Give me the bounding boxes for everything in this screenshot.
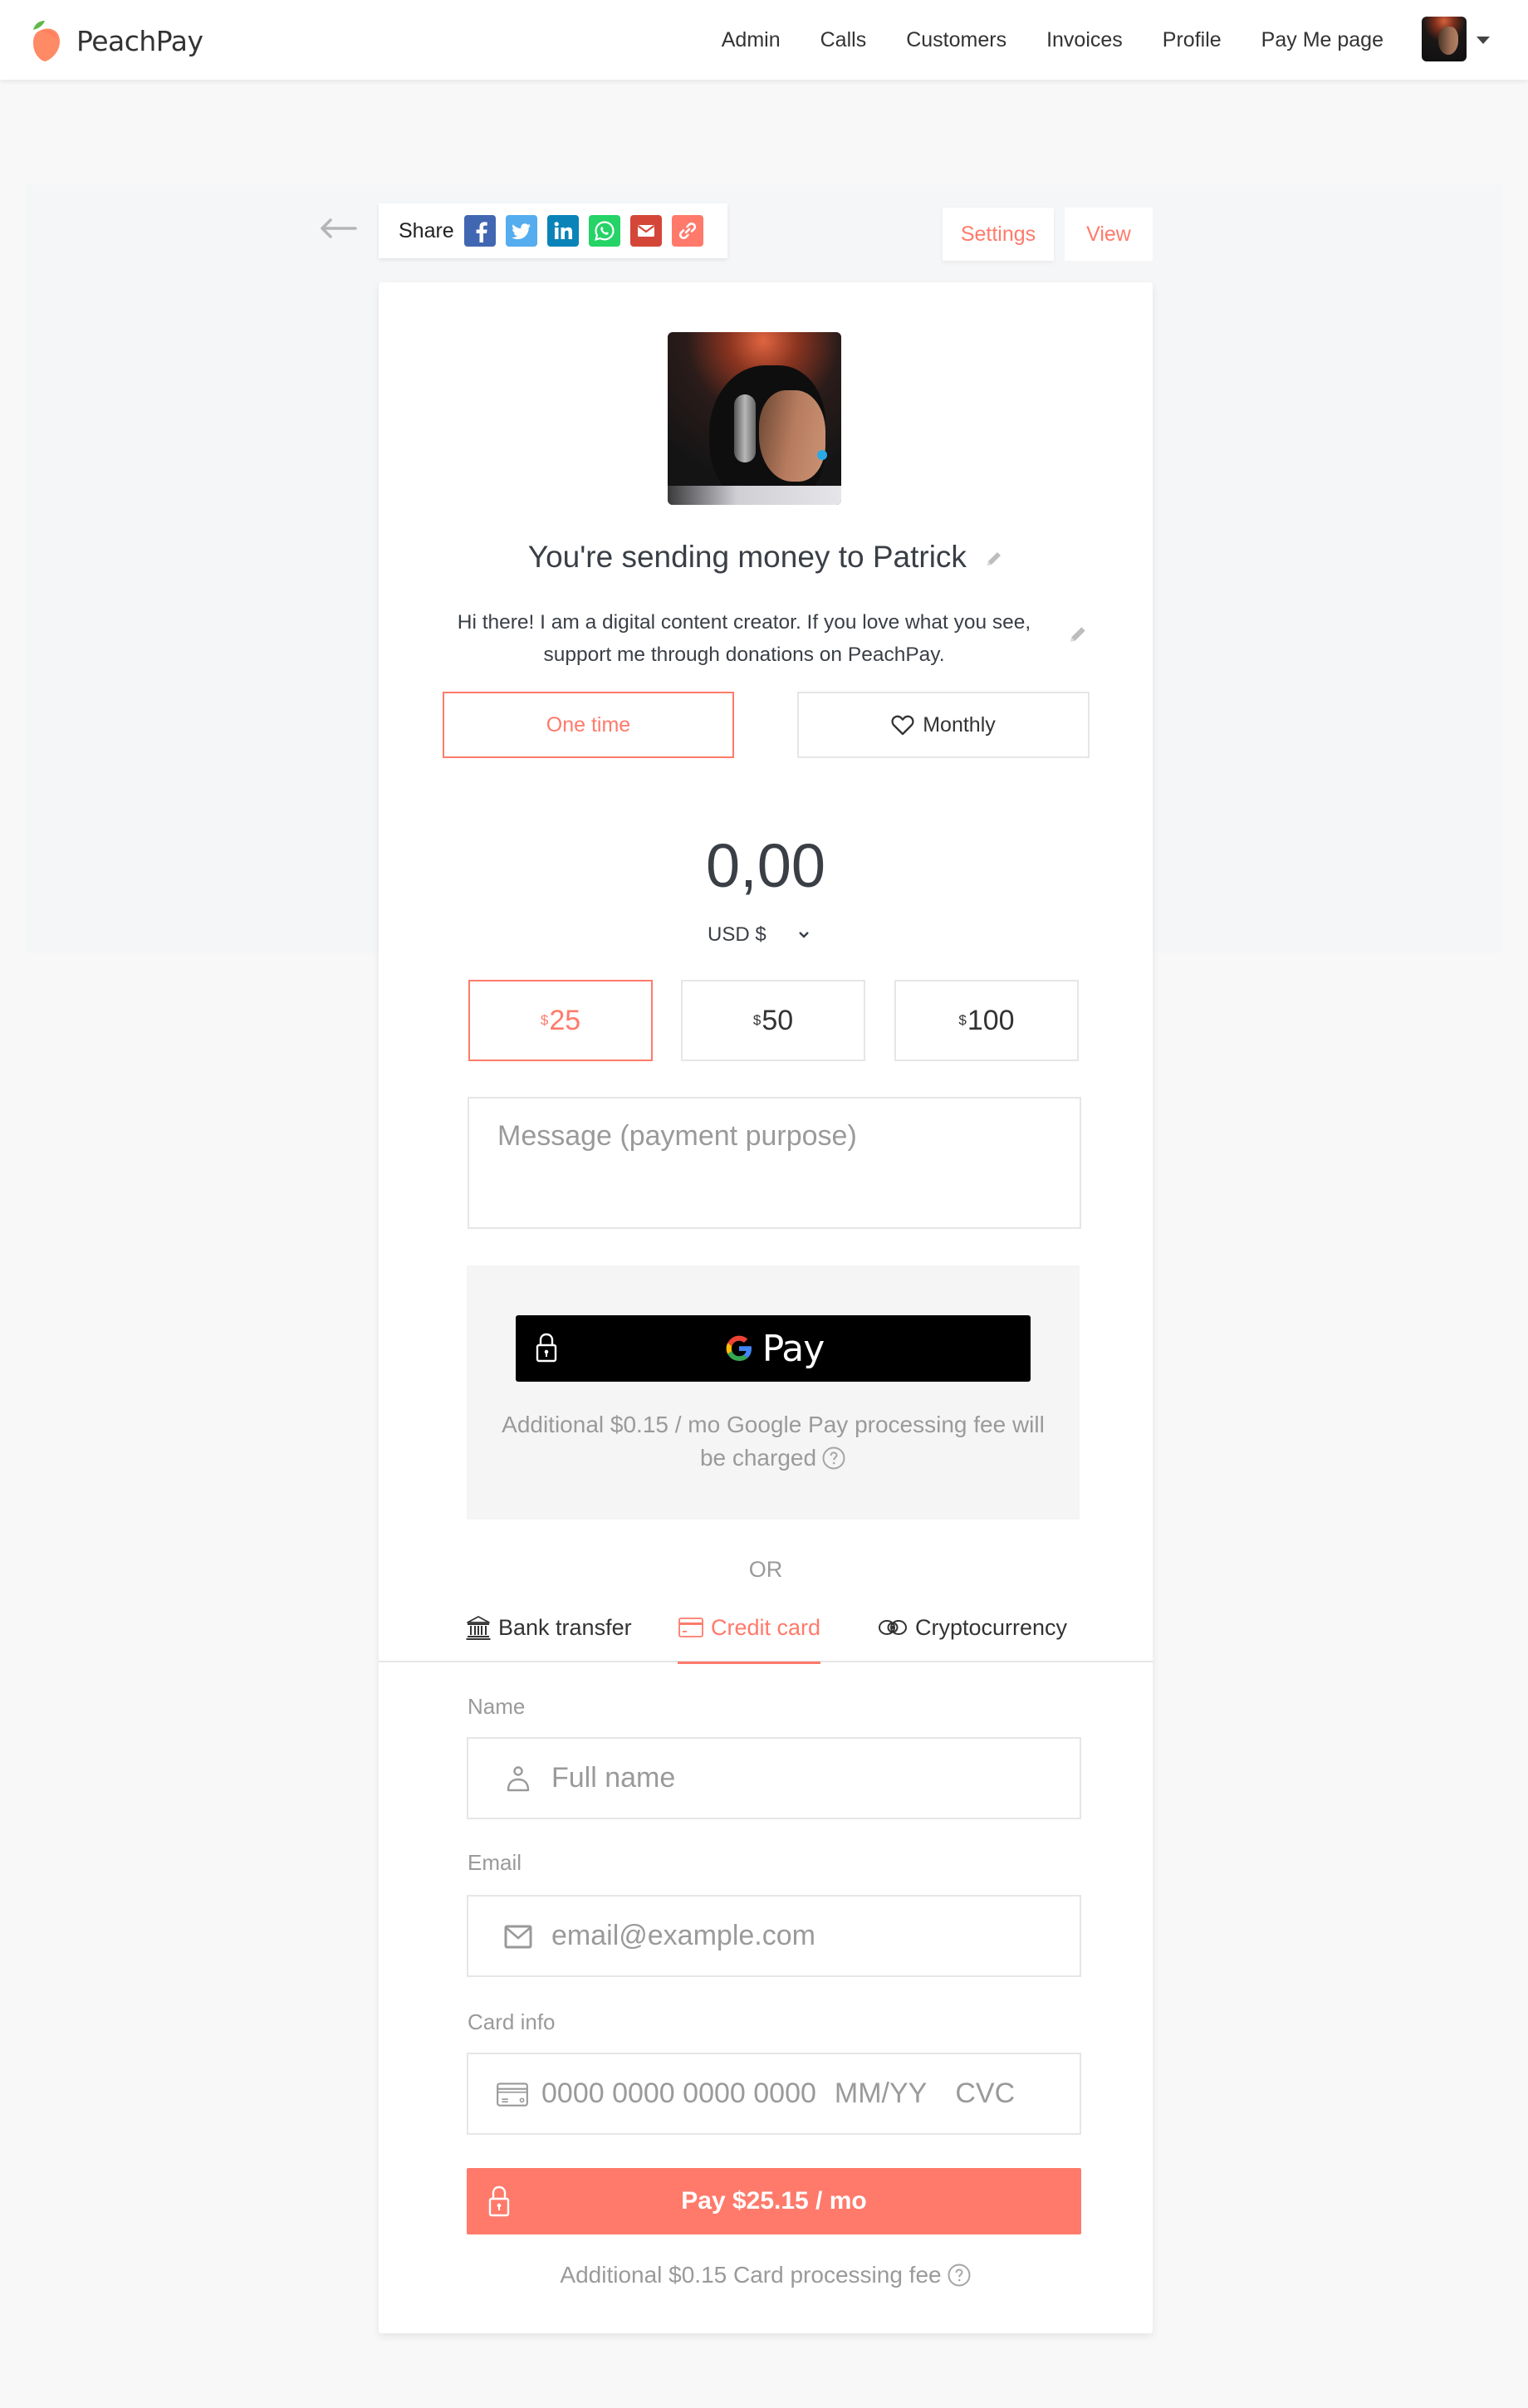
nav-item-profile[interactable]: Profile [1163, 28, 1222, 52]
tab-bank-transfer[interactable]: Bank transfer [465, 1603, 632, 1662]
amount-display[interactable]: 0,00 [379, 830, 1153, 901]
bank-icon [466, 1616, 491, 1640]
creator-avatar [668, 332, 841, 505]
google-pay-fee-note: Additional $0.15 / mo Google Pay process… [500, 1408, 1046, 1475]
google-g-icon [726, 1335, 752, 1361]
pay-button-label: Pay $25.15 / mo [681, 2187, 867, 2215]
tab-cryptocurrency-label: Cryptocurrency [915, 1614, 1068, 1640]
card-icon [497, 2082, 528, 2107]
brand-name: PeachPay [76, 24, 203, 57]
currency-symbol: $ [752, 1012, 762, 1028]
message-input[interactable]: Message (payment purpose) [468, 1097, 1081, 1229]
whatsapp-icon[interactable] [588, 215, 620, 247]
chevron-down-icon [798, 932, 809, 938]
page-title: You're sending money to Patrick [379, 540, 1153, 575]
view-button[interactable]: View [1065, 208, 1153, 261]
message-placeholder: Message (payment purpose) [497, 1120, 857, 1152]
one-time-button[interactable]: One time [443, 692, 734, 758]
preset-value: 50 [762, 1004, 794, 1036]
envelope-icon [504, 1925, 532, 1948]
email-icon[interactable] [629, 215, 662, 247]
preset-value: 25 [549, 1004, 581, 1036]
card-fee-note: Additional $0.15 Card processing fee [379, 2262, 1153, 2288]
headline-text: You're sending money to Patrick [527, 540, 967, 574]
currency-select[interactable]: USD $ [708, 923, 810, 947]
card-info-label: Card info [468, 2009, 556, 2034]
top-navbar: PeachPay Admin Calls Customers Invoices … [0, 0, 1528, 80]
share-bar: Share [379, 203, 727, 258]
help-question-icon[interactable] [821, 1446, 846, 1471]
card-cvc-placeholder[interactable]: CVC [955, 2078, 1015, 2110]
user-avatar[interactable] [1422, 17, 1467, 61]
google-pay-panel: Pay Additional $0.15 / mo Google Pay pro… [467, 1265, 1080, 1520]
tab-bank-transfer-label: Bank transfer [498, 1614, 632, 1640]
payment-method-tabs: Bank transfer Credit card Cryptocurrency [379, 1603, 1153, 1664]
currency-symbol: $ [958, 1012, 967, 1028]
crypto-icon [879, 1620, 907, 1635]
preset-amount-button[interactable]: $100 [894, 980, 1079, 1061]
brand-logo[interactable]: PeachPay [25, 18, 203, 63]
currency-label: USD $ [708, 923, 766, 946]
card-info-field[interactable]: 0000 0000 0000 0000 MM/YY CVC [467, 2053, 1081, 2135]
nav-item-invoices[interactable]: Invoices [1046, 28, 1123, 52]
card-expiry-placeholder[interactable]: MM/YY [835, 2078, 927, 2110]
arrow-left-icon[interactable] [319, 218, 357, 239]
nav-item-customers[interactable]: Customers [906, 28, 1006, 52]
pay-button[interactable]: Pay $25.15 / mo [467, 2168, 1081, 2234]
name-label: Name [468, 1694, 526, 1719]
tab-credit-card-label: Credit card [711, 1614, 821, 1640]
heart-icon [891, 715, 914, 736]
caret-down-icon[interactable] [1477, 37, 1490, 44]
peach-icon [33, 21, 60, 61]
facebook-icon[interactable] [463, 215, 496, 247]
preset-amount-button[interactable]: $25 [468, 980, 653, 1061]
nav-menu: Admin Calls Customers Invoices Profile P… [682, 0, 1384, 80]
tab-credit-card[interactable]: Credit card [678, 1603, 821, 1664]
card-number-placeholder[interactable]: 0000 0000 0000 0000 [541, 2078, 816, 2110]
google-pay-fee-text: Additional $0.15 / mo Google Pay process… [502, 1412, 1045, 1471]
settings-button[interactable]: Settings [943, 208, 1054, 261]
edit-pencil-icon[interactable] [1068, 624, 1088, 644]
nav-item-pay-me-page[interactable]: Pay Me page [1261, 28, 1384, 52]
credit-card-icon [678, 1618, 703, 1637]
tab-cryptocurrency[interactable]: Cryptocurrency [877, 1603, 1067, 1662]
link-icon[interactable] [671, 215, 703, 247]
nav-item-admin[interactable]: Admin [722, 28, 781, 52]
share-label: Share [399, 218, 454, 242]
card-fee-text: Additional $0.15 Card processing fee [560, 2262, 942, 2288]
lock-icon [488, 2185, 510, 2217]
or-divider: OR [748, 1557, 783, 1582]
one-time-label: One time [546, 712, 631, 737]
nav-item-calls[interactable]: Calls [820, 28, 867, 52]
email-field[interactable]: email@example.com [467, 1895, 1081, 1977]
google-pay-button[interactable]: Pay [516, 1315, 1031, 1382]
twitter-icon[interactable] [505, 215, 537, 247]
user-icon [507, 1765, 530, 1791]
creator-description: Hi there! I am a digital content creator… [457, 611, 1031, 666]
monthly-label: Monthly [923, 712, 996, 737]
name-placeholder: Full name [551, 1762, 676, 1794]
payment-card: You're sending money to Patrick Hi there… [379, 282, 1153, 2333]
google-pay-label: Pay [762, 1327, 825, 1370]
preset-value: 100 [967, 1004, 1015, 1036]
preset-amount-button[interactable]: $50 [681, 980, 865, 1061]
monthly-button[interactable]: Monthly [797, 692, 1090, 758]
lock-icon [536, 1333, 557, 1363]
email-placeholder: email@example.com [551, 1920, 815, 1951]
currency-symbol: $ [540, 1012, 549, 1028]
name-field[interactable]: Full name [467, 1737, 1081, 1819]
linkedin-icon[interactable] [546, 215, 579, 247]
email-label: Email [468, 1850, 522, 1875]
help-question-icon[interactable] [947, 2263, 972, 2288]
edit-pencil-icon[interactable] [985, 550, 1003, 568]
